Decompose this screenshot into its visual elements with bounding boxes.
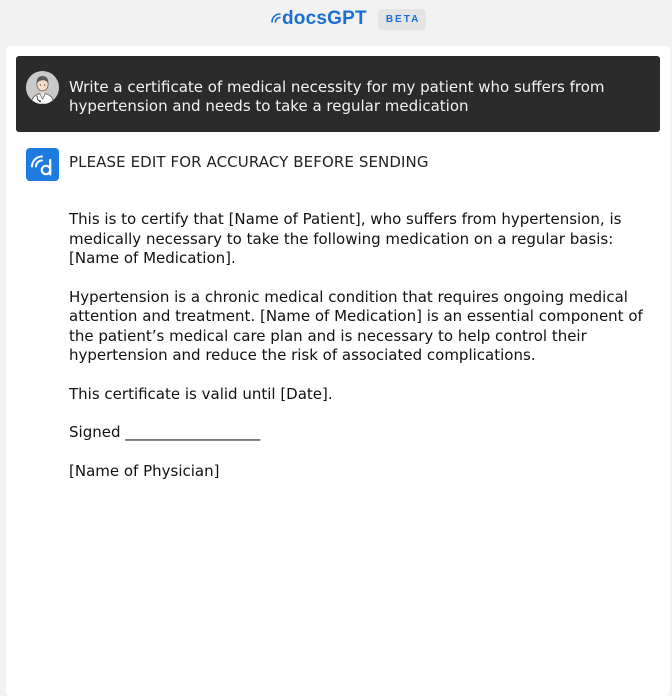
answer-paragraph: This is to certify that [Name of Patient…	[69, 210, 622, 267]
assistant-answer: This is to certify that [Name of Patient…	[69, 210, 643, 500]
answer-paragraph: This certificate is valid until [Date].	[69, 384, 333, 403]
user-message-text: Write a certificate of medical necessity…	[69, 78, 605, 115]
top-header: docsGPT BETA	[0, 0, 672, 46]
beta-badge: BETA	[377, 8, 427, 30]
chat-panel: Write a certificate of medical necessity…	[6, 46, 670, 696]
physician-name: [Name of Physician]	[69, 461, 220, 480]
doctor-avatar-icon	[26, 71, 59, 104]
user-message: Write a certificate of medical necessity…	[16, 56, 660, 132]
docsgpt-logo-icon	[270, 11, 282, 27]
brand[interactable]: docsGPT BETA	[270, 8, 427, 30]
brand-name: docsGPT	[282, 8, 367, 29]
answer-paragraph: Hypertension is a chronic medical condit…	[69, 287, 643, 365]
docsgpt-d-icon	[26, 148, 59, 181]
signature-line: Signed __________________	[69, 423, 261, 441]
accuracy-warning: PLEASE EDIT FOR ACCURACY BEFORE SENDING	[69, 153, 429, 171]
